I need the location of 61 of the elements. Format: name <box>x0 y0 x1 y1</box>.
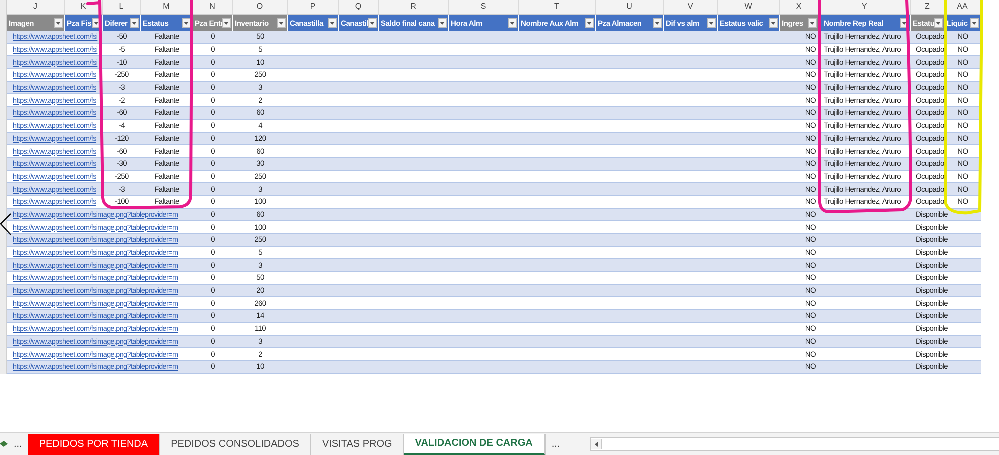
caret-icon <box>655 22 660 24</box>
filter-button[interactable] <box>277 18 286 28</box>
left-triangle-icon <box>0 441 4 447</box>
column-letter[interactable]: U <box>596 0 664 14</box>
caret-icon <box>370 22 375 24</box>
caret-icon <box>184 22 189 24</box>
filter-button[interactable] <box>182 18 191 28</box>
caret-icon <box>224 22 229 24</box>
sheet-tab[interactable]: VALIDACION DE CARGA <box>404 434 545 454</box>
caret-icon <box>810 22 815 24</box>
column-letter[interactable]: L <box>103 0 141 14</box>
sheet-tab[interactable]: PEDIDOS POR TIENDA <box>28 434 160 454</box>
column-letter[interactable]: Y <box>819 0 911 14</box>
column-letter[interactable]: R <box>379 0 449 14</box>
column-letter[interactable]: Q <box>339 0 379 14</box>
filter-button[interactable] <box>508 18 517 28</box>
filter-button[interactable] <box>54 18 63 28</box>
caret-icon <box>330 22 335 24</box>
column-letter[interactable]: AA <box>945 0 981 14</box>
caret-icon <box>709 22 714 24</box>
left-triangle-icon <box>594 442 598 446</box>
filter-button[interactable] <box>130 18 139 28</box>
column-letter[interactable]: Z <box>911 0 945 14</box>
filter-button[interactable] <box>707 18 716 28</box>
filter-button[interactable] <box>328 18 337 28</box>
more-sheets-button[interactable]: ... <box>8 435 28 453</box>
more-sheets-button[interactable]: ... <box>546 435 566 453</box>
caret-icon <box>936 22 941 24</box>
column-letter[interactable]: P <box>288 0 339 14</box>
filter-button[interactable] <box>585 18 594 28</box>
caret-icon <box>56 22 61 24</box>
scroll-left-button[interactable] <box>591 439 602 449</box>
column-letter[interactable]: X <box>780 0 819 14</box>
caret-icon <box>510 22 515 24</box>
column-letter[interactable]: J <box>7 0 65 14</box>
column-letter[interactable]: W <box>718 0 780 14</box>
caret-icon <box>587 22 592 24</box>
caret-icon <box>972 22 977 24</box>
column-letter[interactable]: N <box>193 0 233 14</box>
column-letter[interactable]: M <box>141 0 193 14</box>
caret-icon <box>440 22 445 24</box>
column-letter[interactable]: S <box>449 0 519 14</box>
filter-button[interactable] <box>970 18 979 28</box>
filter-button[interactable] <box>222 18 231 28</box>
right-triangle-icon <box>4 441 8 447</box>
caret-icon <box>94 22 99 24</box>
filter-button[interactable] <box>653 18 662 28</box>
horizontal-scrollbar[interactable] <box>590 437 999 451</box>
caret-icon <box>132 22 137 24</box>
filter-button[interactable] <box>934 18 943 28</box>
filter-button[interactable] <box>769 18 778 28</box>
caret-icon <box>279 22 284 24</box>
column-letter[interactable]: V <box>664 0 718 14</box>
column-letter[interactable]: T <box>519 0 596 14</box>
column-letter[interactable]: O <box>233 0 288 14</box>
caret-icon <box>902 22 907 24</box>
filter-button[interactable] <box>808 18 817 28</box>
caret-icon <box>771 22 776 24</box>
column-letter[interactable]: K <box>65 0 103 14</box>
filter-button[interactable] <box>368 18 377 28</box>
filter-button[interactable] <box>438 18 447 28</box>
